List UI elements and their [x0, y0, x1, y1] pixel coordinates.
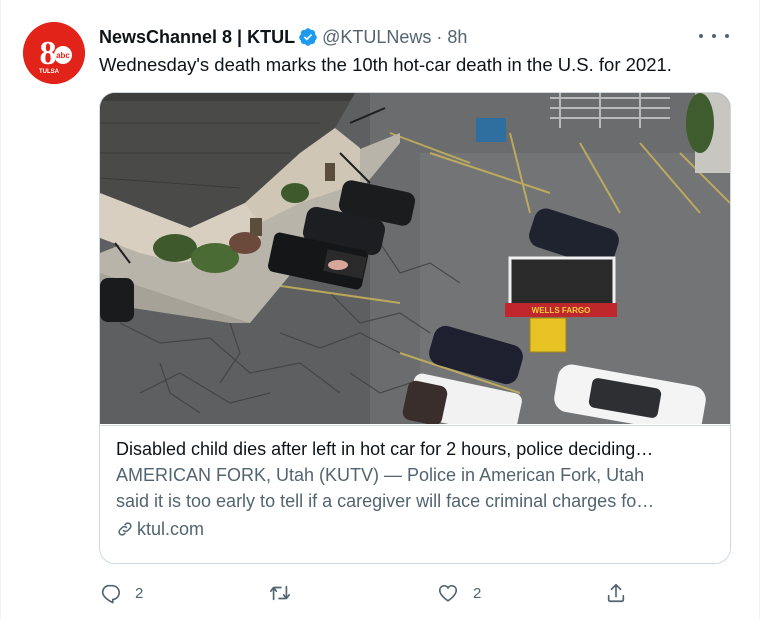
like-count: 2 — [473, 584, 482, 602]
like-button[interactable]: 2 — [437, 578, 481, 608]
tweet-text: Wednesday's death marks the 10th hot-car… — [99, 54, 672, 75]
retweet-icon — [270, 585, 290, 601]
card-description-line1: AMERICAN FORK, Utah (KUTV) — Police in A… — [116, 465, 645, 485]
reply-icon — [101, 584, 120, 604]
card-body: Disabled child dies after left in hot ca… — [100, 425, 730, 563]
card-domain: ktul.com — [116, 516, 714, 542]
avatar[interactable]: 8 abc TULSA — [23, 22, 85, 84]
logo-network: abc — [56, 51, 70, 60]
tweet-container[interactable]: 8 abc TULSA NewsChannel 8 | KTUL @KTULNe… — [0, 0, 760, 619]
tweet-actions: 2 2 — [99, 578, 659, 608]
tweet-header: NewsChannel 8 | KTUL @KTULNews · 8h — [99, 24, 719, 50]
verified-badge-icon — [299, 28, 317, 46]
share-button[interactable] — [605, 578, 627, 608]
tweet-timestamp[interactable]: 8h — [447, 27, 467, 48]
reply-button[interactable]: 2 — [99, 578, 143, 608]
card-description-line2: said it is too early to tell if a caregi… — [116, 491, 655, 511]
author-handle[interactable]: @KTULNews — [322, 27, 431, 48]
link-icon — [118, 522, 132, 536]
share-icon — [607, 583, 625, 603]
card-domain-text: ktul.com — [137, 519, 205, 539]
reply-count: 2 — [135, 584, 144, 602]
logo-number: 8 — [40, 35, 57, 72]
logo-city: TULSA — [39, 69, 60, 75]
retweet-button[interactable] — [269, 578, 305, 608]
like-icon — [438, 584, 458, 602]
separator-dot: · — [436, 26, 443, 47]
more-options-icon[interactable] — [699, 26, 729, 46]
link-card[interactable]: WELLS FARGO Disabled child dies after le… — [99, 92, 731, 564]
atm-sign-text: WELLS FARGO — [532, 306, 591, 315]
ktul-logo: 8 abc TULSA — [23, 22, 85, 84]
card-title: Disabled child dies after left in hot ca… — [116, 439, 654, 459]
author-name[interactable]: NewsChannel 8 | KTUL — [99, 27, 295, 48]
card-image: WELLS FARGO — [100, 93, 730, 424]
